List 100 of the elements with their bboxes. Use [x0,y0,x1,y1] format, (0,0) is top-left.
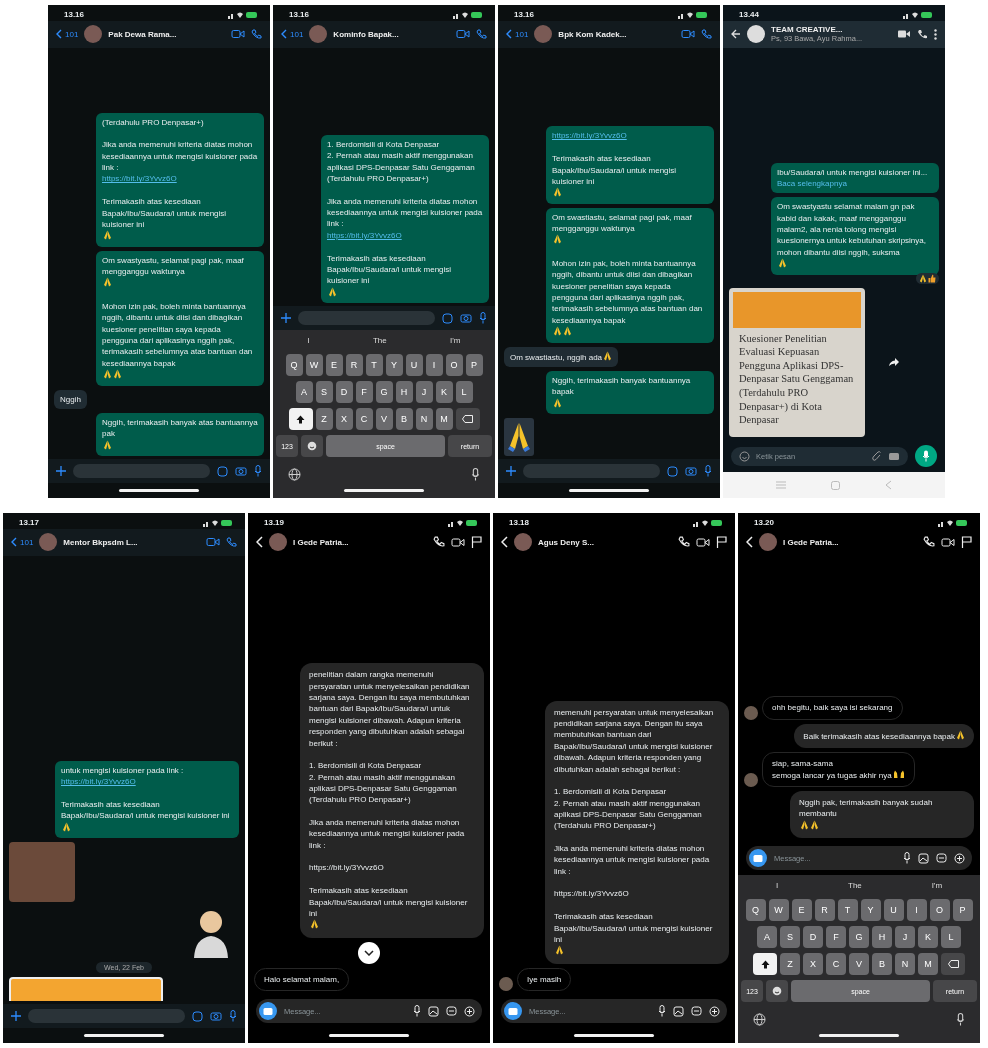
message-link[interactable]: https://bit.ly/3Yvvz6O [102,173,258,185]
video-call-icon[interactable] [451,536,465,548]
keyboard-key[interactable]: X [803,953,823,975]
microphone-icon[interactable] [254,465,262,477]
suggestion-word[interactable]: I [307,336,310,345]
message-input-field[interactable] [73,464,210,478]
video-call-icon[interactable] [231,29,245,39]
camera-icon[interactable] [685,466,697,476]
keyboard-key[interactable]: B [872,953,892,975]
sticker-icon[interactable] [446,1005,457,1017]
flag-icon[interactable] [471,536,482,548]
sticker-icon[interactable] [691,1005,702,1017]
sticker-icon[interactable] [192,1010,203,1022]
camera-button-icon[interactable] [504,1002,522,1020]
back-button[interactable]: 101 [56,29,79,39]
keyboard-key[interactable]: Z [315,408,333,430]
contact-name[interactable]: Mentor Bkpsdm L... [63,537,200,547]
contact-name[interactable]: Bpk Kom Kadek... [558,29,675,39]
plus-icon[interactable] [56,466,66,476]
shift-key[interactable] [288,408,313,430]
paperclip-icon[interactable] [872,450,882,462]
more-options-icon[interactable] [934,28,937,40]
keyboard-key[interactable]: C [826,953,846,975]
keyboard-key[interactable]: Z [780,953,800,975]
suggestion-word[interactable]: I [775,881,779,890]
keyboard-key[interactable]: N [415,408,433,430]
video-call-icon[interactable] [897,29,911,39]
keyboard-key[interactable]: S [780,926,800,948]
emoji-key[interactable] [766,980,788,1002]
message-link[interactable]: https://bit.ly/3Yvvz6O [552,130,708,142]
camera-icon[interactable] [888,451,900,461]
keyboard-key[interactable]: J [895,926,915,948]
keyboard-key[interactable]: N [895,953,915,975]
contact-avatar[interactable] [84,25,103,43]
keyboard-key[interactable]: A [295,381,313,403]
keyboard-key[interactable]: M [918,953,938,975]
flag-icon[interactable] [961,536,972,548]
keyboard-key[interactable]: O [929,899,950,921]
backspace-key[interactable] [455,408,480,430]
keyboard-key[interactable]: L [455,381,473,403]
globe-icon[interactable] [753,1013,766,1026]
keyboard-key[interactable]: R [814,899,835,921]
keyboard-key[interactable]: D [335,381,353,403]
camera-icon[interactable] [460,313,472,323]
group-avatar[interactable] [747,25,765,43]
keyboard-key[interactable]: M [435,408,453,430]
contact-name[interactable]: Agus Deny S... [538,537,672,547]
plus-icon[interactable] [506,466,516,476]
keyboard-key[interactable]: B [395,408,413,430]
microphone-icon[interactable] [903,852,911,864]
microphone-icon[interactable] [704,465,712,477]
message-link[interactable]: https://bit.ly/3Yvvz6O [61,776,233,788]
suggestion-word[interactable]: I'm [931,881,943,890]
plus-circle-icon[interactable] [464,1005,475,1017]
keyboard-key[interactable]: J [415,381,433,403]
contact-avatar[interactable] [269,533,287,551]
image-icon[interactable] [918,852,929,864]
plus-icon[interactable] [11,1011,21,1021]
keyboard-key[interactable]: D [803,926,823,948]
video-call-icon[interactable] [941,536,955,548]
keyboard-key[interactable]: W [768,899,789,921]
contact-avatar[interactable] [514,533,532,551]
scroll-down-button[interactable] [358,941,380,964]
keyboard-key[interactable]: G [375,381,393,403]
message-input-field[interactable] [28,1009,185,1023]
back-button[interactable]: 101 [281,29,304,39]
keyboard-key[interactable]: W [305,354,323,376]
plus-icon[interactable] [281,313,291,323]
contact-name[interactable]: Pak Dewa Rama... [108,29,225,39]
video-call-icon[interactable] [456,29,470,39]
microphone-icon[interactable] [658,1005,666,1017]
camera-button-icon[interactable] [749,849,767,867]
keyboard-key[interactable]: P [465,354,483,376]
emoji-icon[interactable] [739,450,750,462]
image-icon[interactable] [673,1005,684,1017]
camera-icon[interactable] [210,1011,222,1021]
keyboard-key[interactable]: X [335,408,353,430]
microphone-button[interactable] [915,445,937,467]
back-chevron-icon[interactable] [256,536,263,548]
shift-key[interactable] [753,953,777,975]
keyboard-key[interactable]: K [918,926,938,948]
suggestion-word[interactable]: The [848,881,862,890]
plus-circle-icon[interactable] [709,1005,720,1017]
keyboard-key[interactable]: G [849,926,869,948]
suggestion-word[interactable]: The [373,336,387,345]
keyboard-key[interactable]: Y [385,354,403,376]
image-icon[interactable] [428,1005,439,1017]
emoji-key[interactable] [301,435,323,457]
contact-avatar[interactable] [39,533,58,551]
forward-icon[interactable] [889,358,899,367]
camera-button-icon[interactable] [259,1002,277,1020]
keyboard-key[interactable]: L [941,926,961,948]
message-input-field[interactable] [298,311,435,325]
contact-avatar[interactable] [309,25,328,43]
suggestion-word[interactable]: I'm [449,336,461,345]
flag-icon[interactable] [716,536,727,548]
microphone-icon[interactable] [471,468,480,481]
back-button[interactable]: 101 [11,537,34,547]
sticker-icon[interactable] [217,465,228,477]
camera-icon[interactable] [235,466,247,476]
